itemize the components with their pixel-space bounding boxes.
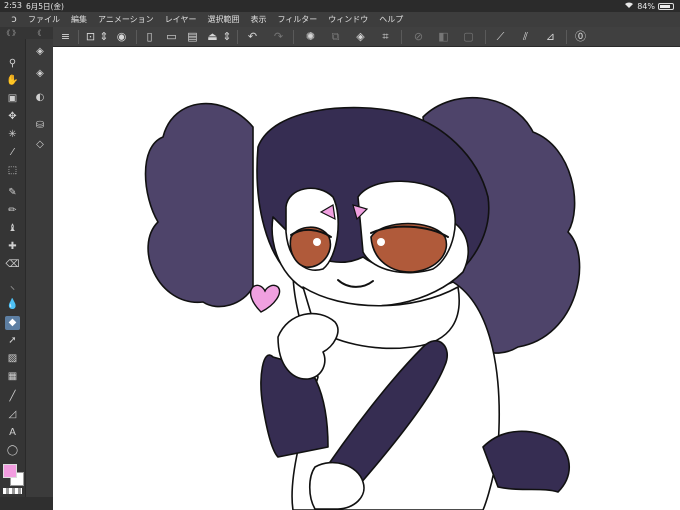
new-canvas-icon[interactable]: ⊡ [83,29,98,44]
new-file-icon[interactable]: ▯ [142,29,157,44]
status-bar: 2:53 6月5日(金) 84% [0,0,680,12]
eraser-icon[interactable]: ⌫ [5,258,20,272]
separator [566,30,567,44]
view-icon[interactable]: ◉ [114,29,129,44]
subtool-fill-icon[interactable]: ◈ [32,45,48,59]
airbrush-icon[interactable]: ✚ [5,240,20,254]
menu-animation[interactable]: アニメーション [98,14,154,25]
gradient-icon[interactable]: ▨ [5,352,20,366]
subtool-layers-icon[interactable]: ◇ [32,138,48,152]
transparent-color-swatch[interactable] [3,488,22,494]
separator [237,30,238,44]
separator [401,30,402,44]
menu-edit[interactable]: 編集 [71,14,87,25]
redo-icon[interactable]: ↷ [271,29,286,44]
menu-view[interactable]: 表示 [250,14,266,25]
menu-filter[interactable]: フィルター [277,14,317,25]
subtool-reference-icon[interactable]: ⛁ [32,119,48,133]
command-bar: ≡ ⊡ ⇕ ◉ ▯ ▭ ▤ ⏏ ⇕ ↶ ↷ ✺ ⧉ ◈ ⌗ ⊘ ◧ ▢ ⟋ ⫽ … [53,27,680,47]
undo-icon[interactable]: ↶ [245,29,260,44]
stepper-icon[interactable]: ⇕ [222,29,232,44]
hamburger-menu-icon[interactable]: ≡ [58,29,73,44]
loading-spinner-icon[interactable]: ✺ [303,29,318,44]
battery-percent: 84% [637,1,655,11]
decoration-icon[interactable]: ⸜ [5,280,20,294]
frame-border-icon[interactable]: ▦ [5,370,20,384]
blend-icon[interactable]: 💧 [5,298,20,312]
menu-help[interactable]: ヘルプ [379,14,403,25]
auto-select-icon[interactable]: ✳ [5,128,20,142]
tool-palette: ⚲ ✋ ▣ ✥ ✳ ⁄ ⬚ ✎ ✏ ♝ ✚ ⌫ ⸜ 💧 ◆ ➚ ▨ ▦ ╱ ◿ … [0,39,25,497]
zoom-icon[interactable]: ⚲ [5,57,20,71]
pen-icon[interactable]: ✎ [5,186,20,200]
main-color-swatch[interactable] [3,464,17,478]
save-icon[interactable]: ▤ [185,29,200,44]
collapse-arrows-icon: 《 》 [3,29,20,37]
figure-icon[interactable]: ╱ [5,390,20,404]
collapse-arrow-icon: 《 [34,29,41,37]
vector-select-icon[interactable]: ➚ [5,334,20,348]
drawing-canvas[interactable] [53,47,680,510]
battery-level-fill [660,4,670,8]
crop-icon[interactable]: ⌗ [378,29,393,44]
subtool-fill-alt-icon[interactable]: ◈ [32,67,48,81]
status-time: 2:53 [4,1,22,10]
selection-icon[interactable]: ⬚ [5,164,20,178]
subtool-palette: ◈ ◈ ◐ ⛁ ◇ [25,39,53,497]
character-illustration [144,97,581,510]
menu-selection[interactable]: 選択範囲 [207,14,239,25]
subtool-panel-collapse[interactable]: 《 [25,27,53,39]
menu-bar: ↄ ファイル 編集 アニメーション レイヤー 選択範囲 表示 フィルター ウィン… [0,12,680,27]
separator [485,30,486,44]
separator [293,30,294,44]
ruler-snap-icon[interactable]: ⟋ [493,29,508,44]
fill-tool-icon[interactable]: ◆ [5,316,20,330]
clip-studio-logo-icon[interactable]: ↄ [0,14,28,25]
menu-window[interactable]: ウィンドウ [328,14,368,25]
pencil-icon[interactable]: ✏ [5,204,20,218]
eyedropper-icon[interactable]: ⁄ [5,146,20,160]
menu-file[interactable]: ファイル [28,14,60,25]
special-ruler-snap-icon[interactable]: ⫽ [518,29,533,44]
separator [78,30,79,44]
edge-keyboard-icon[interactable]: ⓪ [573,29,588,44]
battery-icon [658,2,674,10]
balloon-icon[interactable]: ◯ [5,444,20,458]
grid-snap-icon[interactable]: ⊿ [543,29,558,44]
copy-icon[interactable]: ⧉ [328,29,343,44]
open-folder-icon[interactable]: ▭ [164,29,179,44]
separator [136,30,137,44]
invert-selection-icon[interactable]: ◧ [436,29,451,44]
brush-icon[interactable]: ♝ [5,222,20,236]
ruler-icon[interactable]: ◿ [5,408,20,422]
status-date: 6月5日(金) [26,2,64,11]
operation-icon[interactable]: ▣ [5,92,20,106]
menu-layer[interactable]: レイヤー [165,14,197,25]
export-icon[interactable]: ⏏ [205,29,220,44]
status-right: 84% [624,1,674,11]
tool-panel-collapse[interactable]: 《 》 [0,27,25,39]
move-layer-icon[interactable]: ✥ [5,110,20,124]
fill-bucket-icon[interactable]: ◈ [353,29,368,44]
hand-icon[interactable]: ✋ [5,74,20,88]
bottom-strip [0,497,53,510]
subtool-close-gap-icon[interactable]: ◐ [32,91,48,105]
text-icon[interactable]: A [5,426,20,440]
deselect-icon[interactable]: ⊘ [411,29,426,44]
selection-launcher-icon[interactable]: ▢ [461,29,476,44]
wifi-icon [624,1,634,11]
stepper-icon[interactable]: ⇕ [99,29,109,44]
